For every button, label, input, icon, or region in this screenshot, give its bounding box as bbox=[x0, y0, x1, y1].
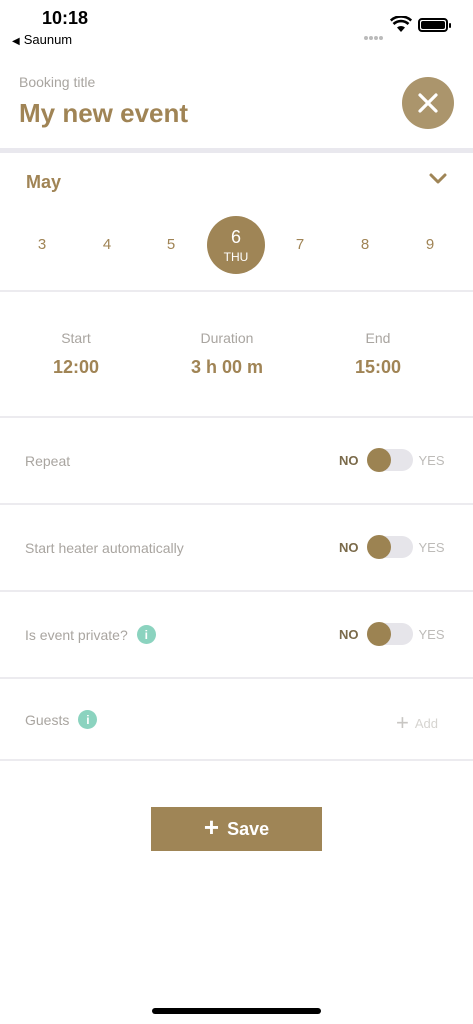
booking-title-input[interactable]: My new event bbox=[19, 98, 188, 129]
day-item[interactable]: 8 bbox=[336, 216, 394, 274]
repeat-toggle[interactable]: NO YES bbox=[339, 448, 445, 472]
day-number: 6 bbox=[230, 227, 241, 247]
day-item[interactable]: 4 bbox=[78, 216, 136, 274]
start-value: 12:00 bbox=[52, 357, 100, 377]
day-item[interactable]: 9 bbox=[401, 216, 459, 274]
day-item-selected[interactable]: 6 THU bbox=[207, 216, 265, 274]
private-label: Is event private? bbox=[25, 626, 128, 643]
add-guest-button[interactable]: + Add bbox=[396, 710, 438, 736]
day-item[interactable]: 7 bbox=[271, 216, 329, 274]
chevron-down-icon[interactable] bbox=[428, 172, 448, 191]
month-label[interactable]: May bbox=[26, 172, 61, 193]
close-icon bbox=[418, 93, 438, 113]
toggle-track[interactable] bbox=[366, 448, 413, 472]
day-item[interactable]: 5 bbox=[142, 216, 200, 274]
header-divider bbox=[0, 148, 473, 153]
private-toggle[interactable]: NO YES bbox=[339, 622, 445, 646]
toggle-knob bbox=[366, 448, 391, 472]
repeat-label: Repeat bbox=[25, 453, 71, 469]
start-label: Start bbox=[61, 330, 91, 346]
back-app-label: Saunum bbox=[23, 32, 73, 47]
toggle-track[interactable] bbox=[366, 535, 413, 559]
toggle-no-label: NO bbox=[339, 539, 359, 555]
day-item[interactable]: 3 bbox=[13, 216, 71, 274]
divider bbox=[0, 290, 473, 292]
toggle-no-label: NO bbox=[339, 452, 359, 468]
booking-title-label: Booking title bbox=[19, 74, 96, 90]
toggle-yes-label: YES bbox=[418, 626, 445, 642]
divider bbox=[0, 677, 473, 679]
plus-icon: + bbox=[203, 812, 220, 842]
info-icon[interactable]: i bbox=[78, 710, 98, 729]
start-time[interactable]: Start 12:00 bbox=[40, 330, 112, 378]
toggle-knob bbox=[366, 622, 391, 646]
heater-toggle[interactable]: NO YES bbox=[339, 535, 445, 559]
divider bbox=[0, 416, 473, 418]
toggle-yes-label: YES bbox=[418, 452, 445, 468]
home-indicator[interactable] bbox=[152, 1008, 321, 1014]
battery-icon bbox=[418, 18, 451, 32]
wifi-icon bbox=[389, 15, 413, 38]
end-label: End bbox=[365, 330, 391, 346]
day-weekday: THU bbox=[223, 250, 249, 264]
end-value: 15:00 bbox=[354, 357, 402, 377]
duration[interactable]: Duration 3 h 00 m bbox=[176, 330, 278, 378]
save-button[interactable]: + Save bbox=[151, 807, 322, 851]
save-label: Save bbox=[227, 818, 270, 839]
close-button[interactable] bbox=[402, 77, 454, 129]
divider bbox=[0, 503, 473, 505]
back-to-app-link[interactable]: ◀ Saunum bbox=[12, 32, 72, 47]
info-icon[interactable]: i bbox=[136, 625, 156, 644]
toggle-yes-label: YES bbox=[418, 539, 445, 555]
status-time: 10:18 bbox=[42, 8, 89, 28]
guests-row: Guests i bbox=[25, 710, 98, 729]
divider bbox=[0, 759, 473, 761]
guests-label: Guests bbox=[25, 711, 70, 728]
toggle-knob bbox=[366, 535, 391, 559]
add-guest-label: Add bbox=[414, 715, 438, 731]
heater-label: Start heater automatically bbox=[25, 540, 184, 556]
toggle-no-label: NO bbox=[339, 626, 359, 642]
private-row: Is event private? i bbox=[25, 625, 156, 644]
toggle-track[interactable] bbox=[366, 622, 413, 646]
day-picker: 3 4 5 6 THU 7 8 9 bbox=[0, 216, 473, 276]
divider bbox=[0, 590, 473, 592]
duration-label: Duration bbox=[200, 330, 254, 346]
booking-header: Booking title My new event bbox=[0, 50, 473, 148]
duration-value: 3 h 00 m bbox=[190, 357, 264, 377]
end-time[interactable]: End 15:00 bbox=[342, 330, 414, 378]
plus-icon: + bbox=[396, 710, 409, 735]
status-bar: 10:18 ◀ Saunum bbox=[0, 0, 473, 50]
signal-icon bbox=[364, 27, 386, 40]
back-arrow-icon: ◀ bbox=[12, 36, 20, 47]
